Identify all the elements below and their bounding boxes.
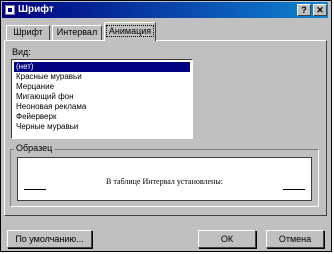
list-item[interactable]: Фейерверк <box>14 112 190 122</box>
tab-label: Шрифт <box>13 27 43 37</box>
preview-label: Образец <box>14 143 55 153</box>
close-button[interactable]: ✕ <box>313 4 327 16</box>
preview-box: В таблице Интервал установлены: <box>17 157 312 201</box>
list-item[interactable]: (нет) <box>14 62 190 72</box>
cancel-button[interactable]: Отмена <box>266 230 324 248</box>
tab-animation[interactable]: Анимация <box>104 22 156 41</box>
title-bar: Шрифт ? ✕ <box>2 2 328 18</box>
ok-button[interactable]: ОК <box>198 230 256 248</box>
dialog-title: Шрифт <box>18 4 54 15</box>
tab-label: Анимация <box>105 25 155 37</box>
preview-rule-right <box>283 189 305 190</box>
list-item[interactable]: Красные муравьи <box>14 72 190 82</box>
animation-list[interactable]: (нет) Красные муравьи Мерцание Мигающий … <box>11 59 193 139</box>
animation-label: Вид: <box>12 47 31 57</box>
tab-spacing[interactable]: Интервал <box>52 25 102 40</box>
app-icon <box>5 5 15 15</box>
tab-label: Интервал <box>56 27 98 37</box>
preview-text: В таблице Интервал установлены: <box>106 177 223 186</box>
list-item[interactable]: Мигающий фон <box>14 92 190 102</box>
preview-rule-left <box>24 189 46 190</box>
default-button[interactable]: По умолчанию... <box>7 230 92 248</box>
list-item[interactable]: Черные муравьи <box>14 122 190 132</box>
list-item[interactable]: Мерцание <box>14 82 190 92</box>
tab-font[interactable]: Шрифт <box>6 25 50 40</box>
help-button[interactable]: ? <box>297 4 311 16</box>
list-item[interactable]: Неоновая реклама <box>14 102 190 112</box>
